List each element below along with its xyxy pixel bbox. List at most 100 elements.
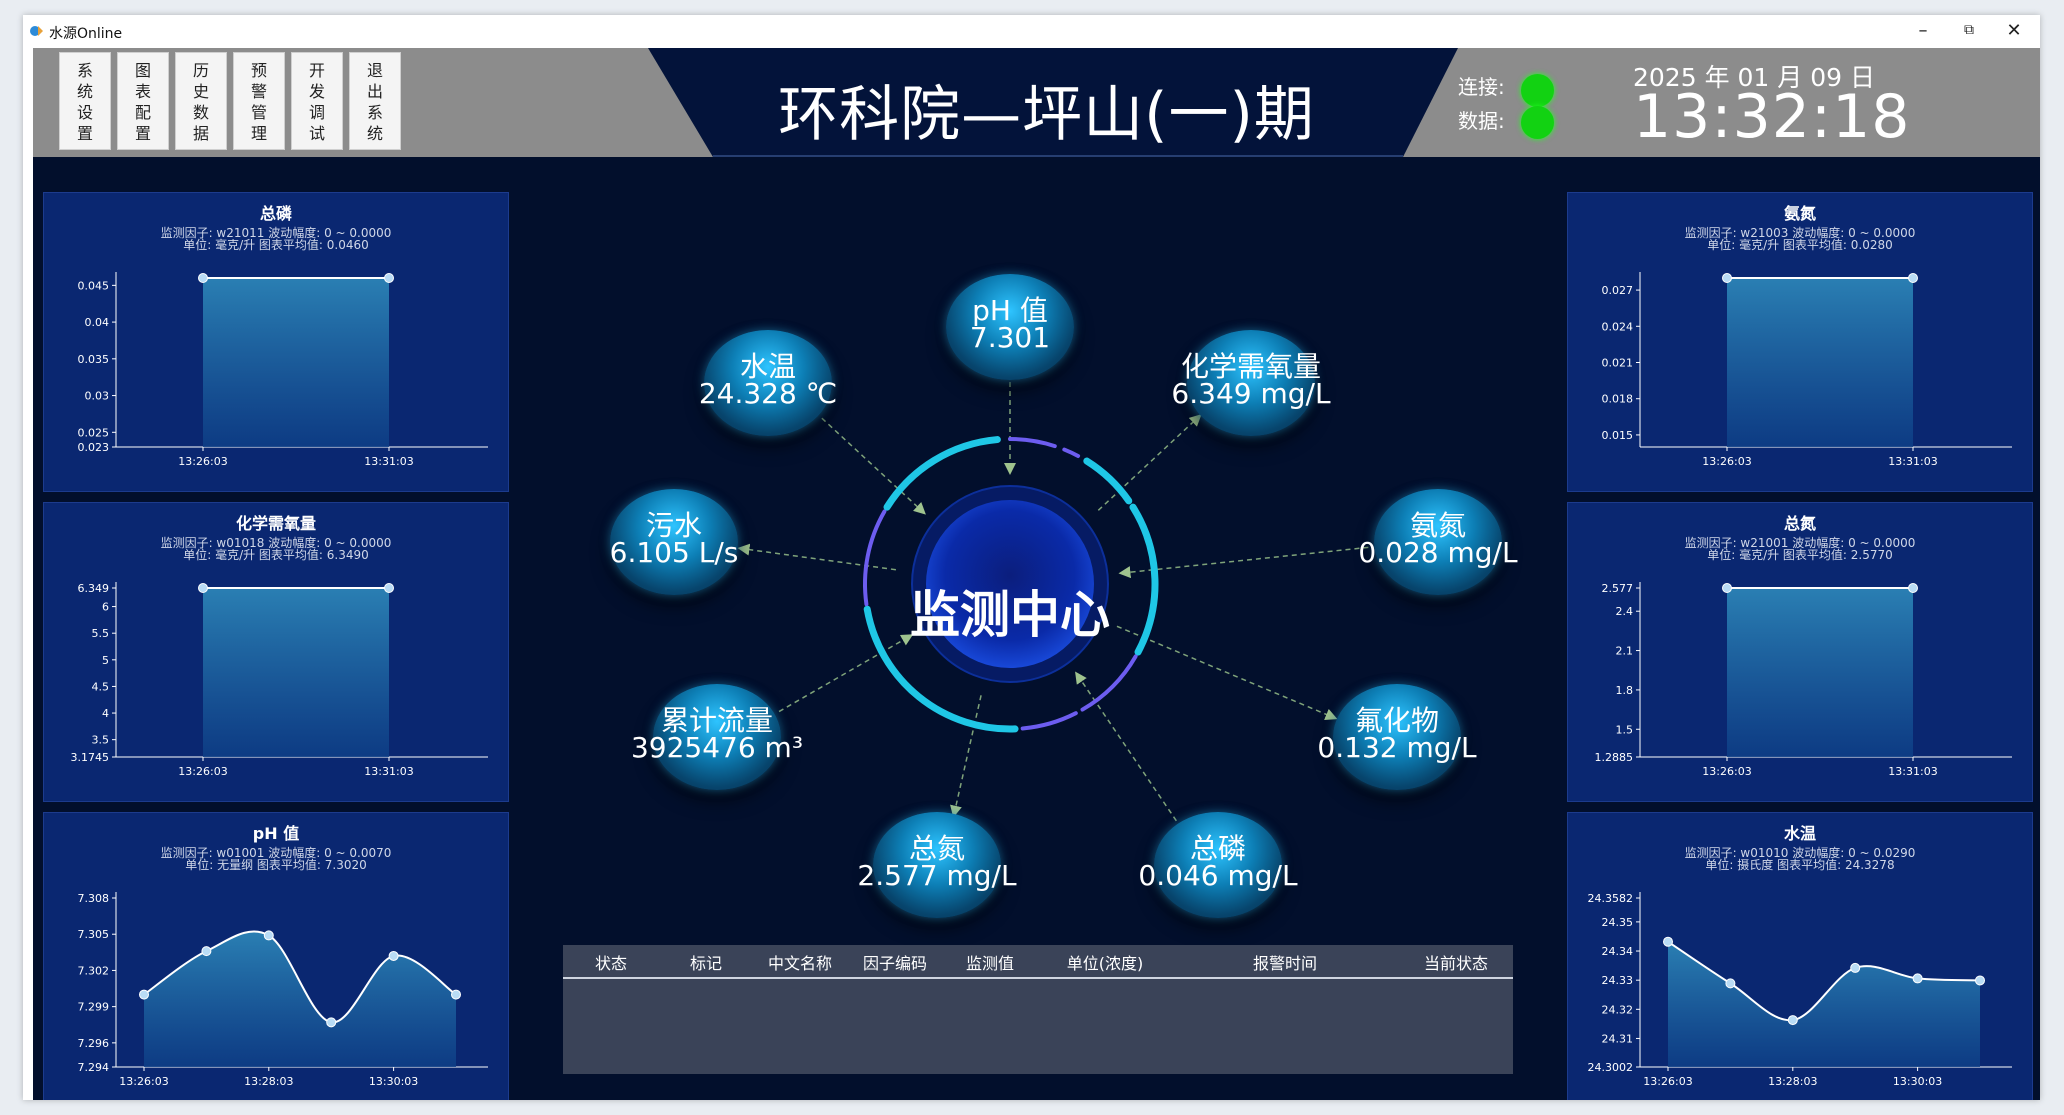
connector-line: [821, 417, 926, 515]
data-point: [198, 273, 208, 283]
data-point: [1722, 273, 1732, 283]
minimize-button[interactable]: –: [1900, 15, 1946, 48]
metric-label: 污水 6.105 L/s: [554, 512, 794, 567]
alarm-table-header: 状态 标记 中文名称 因子编码 监测值 单位(浓度) 报警时间 当前状态: [563, 945, 1513, 979]
metric-label: 水温 24.328 ℃: [648, 350, 888, 410]
data-point: [1663, 936, 1673, 947]
y-tick-label: 0.04: [85, 316, 110, 329]
ring-segment: [1008, 437, 1057, 449]
data-point: [384, 273, 394, 283]
time-display: 13:32:18: [1633, 82, 1911, 152]
y-tick-label: 2.1: [1616, 645, 1634, 658]
x-tick-label: 13:31:03: [1888, 455, 1937, 468]
y-tick-label: 4: [102, 707, 109, 720]
y-tick-label: 3.5: [92, 734, 110, 747]
metric-name: pH 值: [972, 294, 1048, 327]
series-area: [1727, 588, 1913, 757]
x-tick-label: 13:26:03: [1643, 1075, 1692, 1088]
y-tick-label: 7.302: [78, 964, 110, 977]
x-tick-label: 13:28:03: [244, 1075, 293, 1088]
metric-name: 化学需氧量: [1180, 350, 1321, 383]
series-area: [203, 278, 389, 447]
y-tick-label: 24.35: [1602, 916, 1634, 929]
metric-label: 氨氮 0.028 mg/L: [1318, 509, 1558, 569]
y-tick-label: 0.025: [78, 426, 110, 439]
alarm-column-header: 报警时间: [1252, 954, 1317, 973]
data-point: [263, 930, 274, 941]
data-label: 数据:: [1458, 109, 1505, 133]
ring-segment: [1062, 447, 1081, 458]
connector-line: [950, 695, 982, 818]
chart-panel-right-3: 水温 监测因子: w01010 波动幅度: 0 ~ 0.0290 单位: 摄氏度 图…: [1567, 812, 2033, 1100]
alarm-column-header: 当前状态: [1423, 954, 1488, 973]
metric-name: 累计流量: [660, 704, 773, 737]
alarm-column-header: 监测值: [965, 954, 1014, 973]
x-tick-label: 13:26:03: [119, 1075, 168, 1088]
y-tick-label: 0.021: [1602, 357, 1634, 370]
x-tick-label: 13:28:03: [1768, 1075, 1817, 1088]
data-point: [1912, 973, 1923, 984]
metric-name: 水温: [739, 350, 796, 383]
y-tick-label: 7.308: [78, 892, 110, 905]
dashboard: 系统设置图表配置历史数据预警管理开发调试退出系统 环科院—坪山(一)期 连接: …: [33, 48, 2040, 1100]
window-title: 水源Online: [49, 26, 123, 42]
metric-value: 24.328 ℃: [698, 377, 838, 410]
ring-segment: [1083, 457, 1133, 505]
data-status-indicator: [1521, 106, 1554, 139]
data-point: [1725, 978, 1736, 989]
app-window: 水源Online – ⧉ ✕ 系统设置图表配置历史数据预警管理开发调试退出系统 …: [23, 15, 2040, 1100]
y-tick-label: 0.027: [1602, 284, 1634, 297]
y-tick-label: 0.03: [85, 390, 110, 403]
restore-button[interactable]: ⧉: [1946, 15, 1992, 48]
y-tick-label: 6: [102, 601, 109, 614]
metric-value: 7.301: [969, 321, 1051, 354]
header-bar: 系统设置图表配置历史数据预警管理开发调试退出系统 环科院—坪山(一)期 连接: …: [33, 48, 2040, 157]
y-tick-label: 24.34: [1602, 945, 1634, 958]
connector-line: [1097, 414, 1202, 511]
y-tick-label: 0.018: [1602, 393, 1634, 406]
x-tick-label: 13:31:03: [1888, 765, 1937, 778]
data-point: [139, 989, 149, 1000]
x-tick-label: 13:31:03: [364, 765, 413, 778]
metric-value: 3925476 m³: [630, 731, 804, 764]
app-logo-icon: [30, 26, 43, 36]
metric-label: 累计流量 3925476 m³: [597, 704, 837, 764]
metric-label: pH 值 7.301: [890, 294, 1130, 354]
data-point: [1975, 975, 1985, 986]
x-tick-label: 13:26:03: [1702, 765, 1751, 778]
chart-svg: 2.577 2.4 2.1 1.8 1.5 1.2885 13:26:03 13:31:03: [1595, 582, 2012, 778]
alarm-table: 状态 标记 中文名称 因子编码 监测值 单位(浓度) 报警时间 当前状态: [563, 945, 1513, 1074]
metric-value: 0.132 mg/L: [1317, 731, 1477, 764]
x-tick-label: 13:31:03: [364, 455, 413, 468]
connection-status-indicator: [1521, 74, 1554, 107]
y-tick-label: 24.33: [1602, 974, 1634, 987]
data-point: [1908, 583, 1918, 593]
y-tick-label: 4.5: [92, 680, 110, 693]
y-tick-label: 1.5: [1616, 723, 1634, 736]
y-tick-label: 5.5: [92, 627, 110, 640]
data-point: [326, 1017, 337, 1028]
metric-name: 总氮: [908, 832, 965, 865]
y-tick-label: 24.31: [1602, 1032, 1634, 1045]
y-tick-label: 0.035: [78, 353, 110, 366]
metric-label: 总磷 0.046 mg/L: [1098, 835, 1338, 890]
chart-panel-right-1: 氨氮 监测因子: w21003 波动幅度: 0 ~ 0.0000 单位: 毫克/升 …: [1567, 192, 2033, 492]
metric-name: 氟化物: [1354, 704, 1439, 737]
metric-label: 氟化物 0.132 mg/L: [1277, 704, 1517, 764]
metric-name: 氨氮: [1409, 509, 1466, 542]
metric-value: 0.028 mg/L: [1358, 536, 1518, 569]
y-tick-label: 7.305: [78, 928, 110, 941]
data-point: [1850, 962, 1861, 973]
y-tick-label: 24.32: [1602, 1003, 1634, 1016]
y-tick-label: 0.045: [78, 279, 110, 292]
x-tick-label: 13:26:03: [178, 765, 227, 778]
title-bar[interactable]: 水源Online – ⧉ ✕: [23, 15, 2040, 48]
series-area: [144, 931, 456, 1067]
alarm-column-header: 单位(浓度): [1066, 954, 1144, 973]
metric-value: 2.577 mg/L: [857, 859, 1017, 892]
close-button[interactable]: ✕: [1991, 15, 2037, 48]
x-tick-label: 13:26:03: [1702, 455, 1751, 468]
y-tick-label: 7.299: [78, 1001, 110, 1014]
y-tick-label: 2.4: [1616, 605, 1634, 618]
data-point: [1722, 583, 1732, 593]
